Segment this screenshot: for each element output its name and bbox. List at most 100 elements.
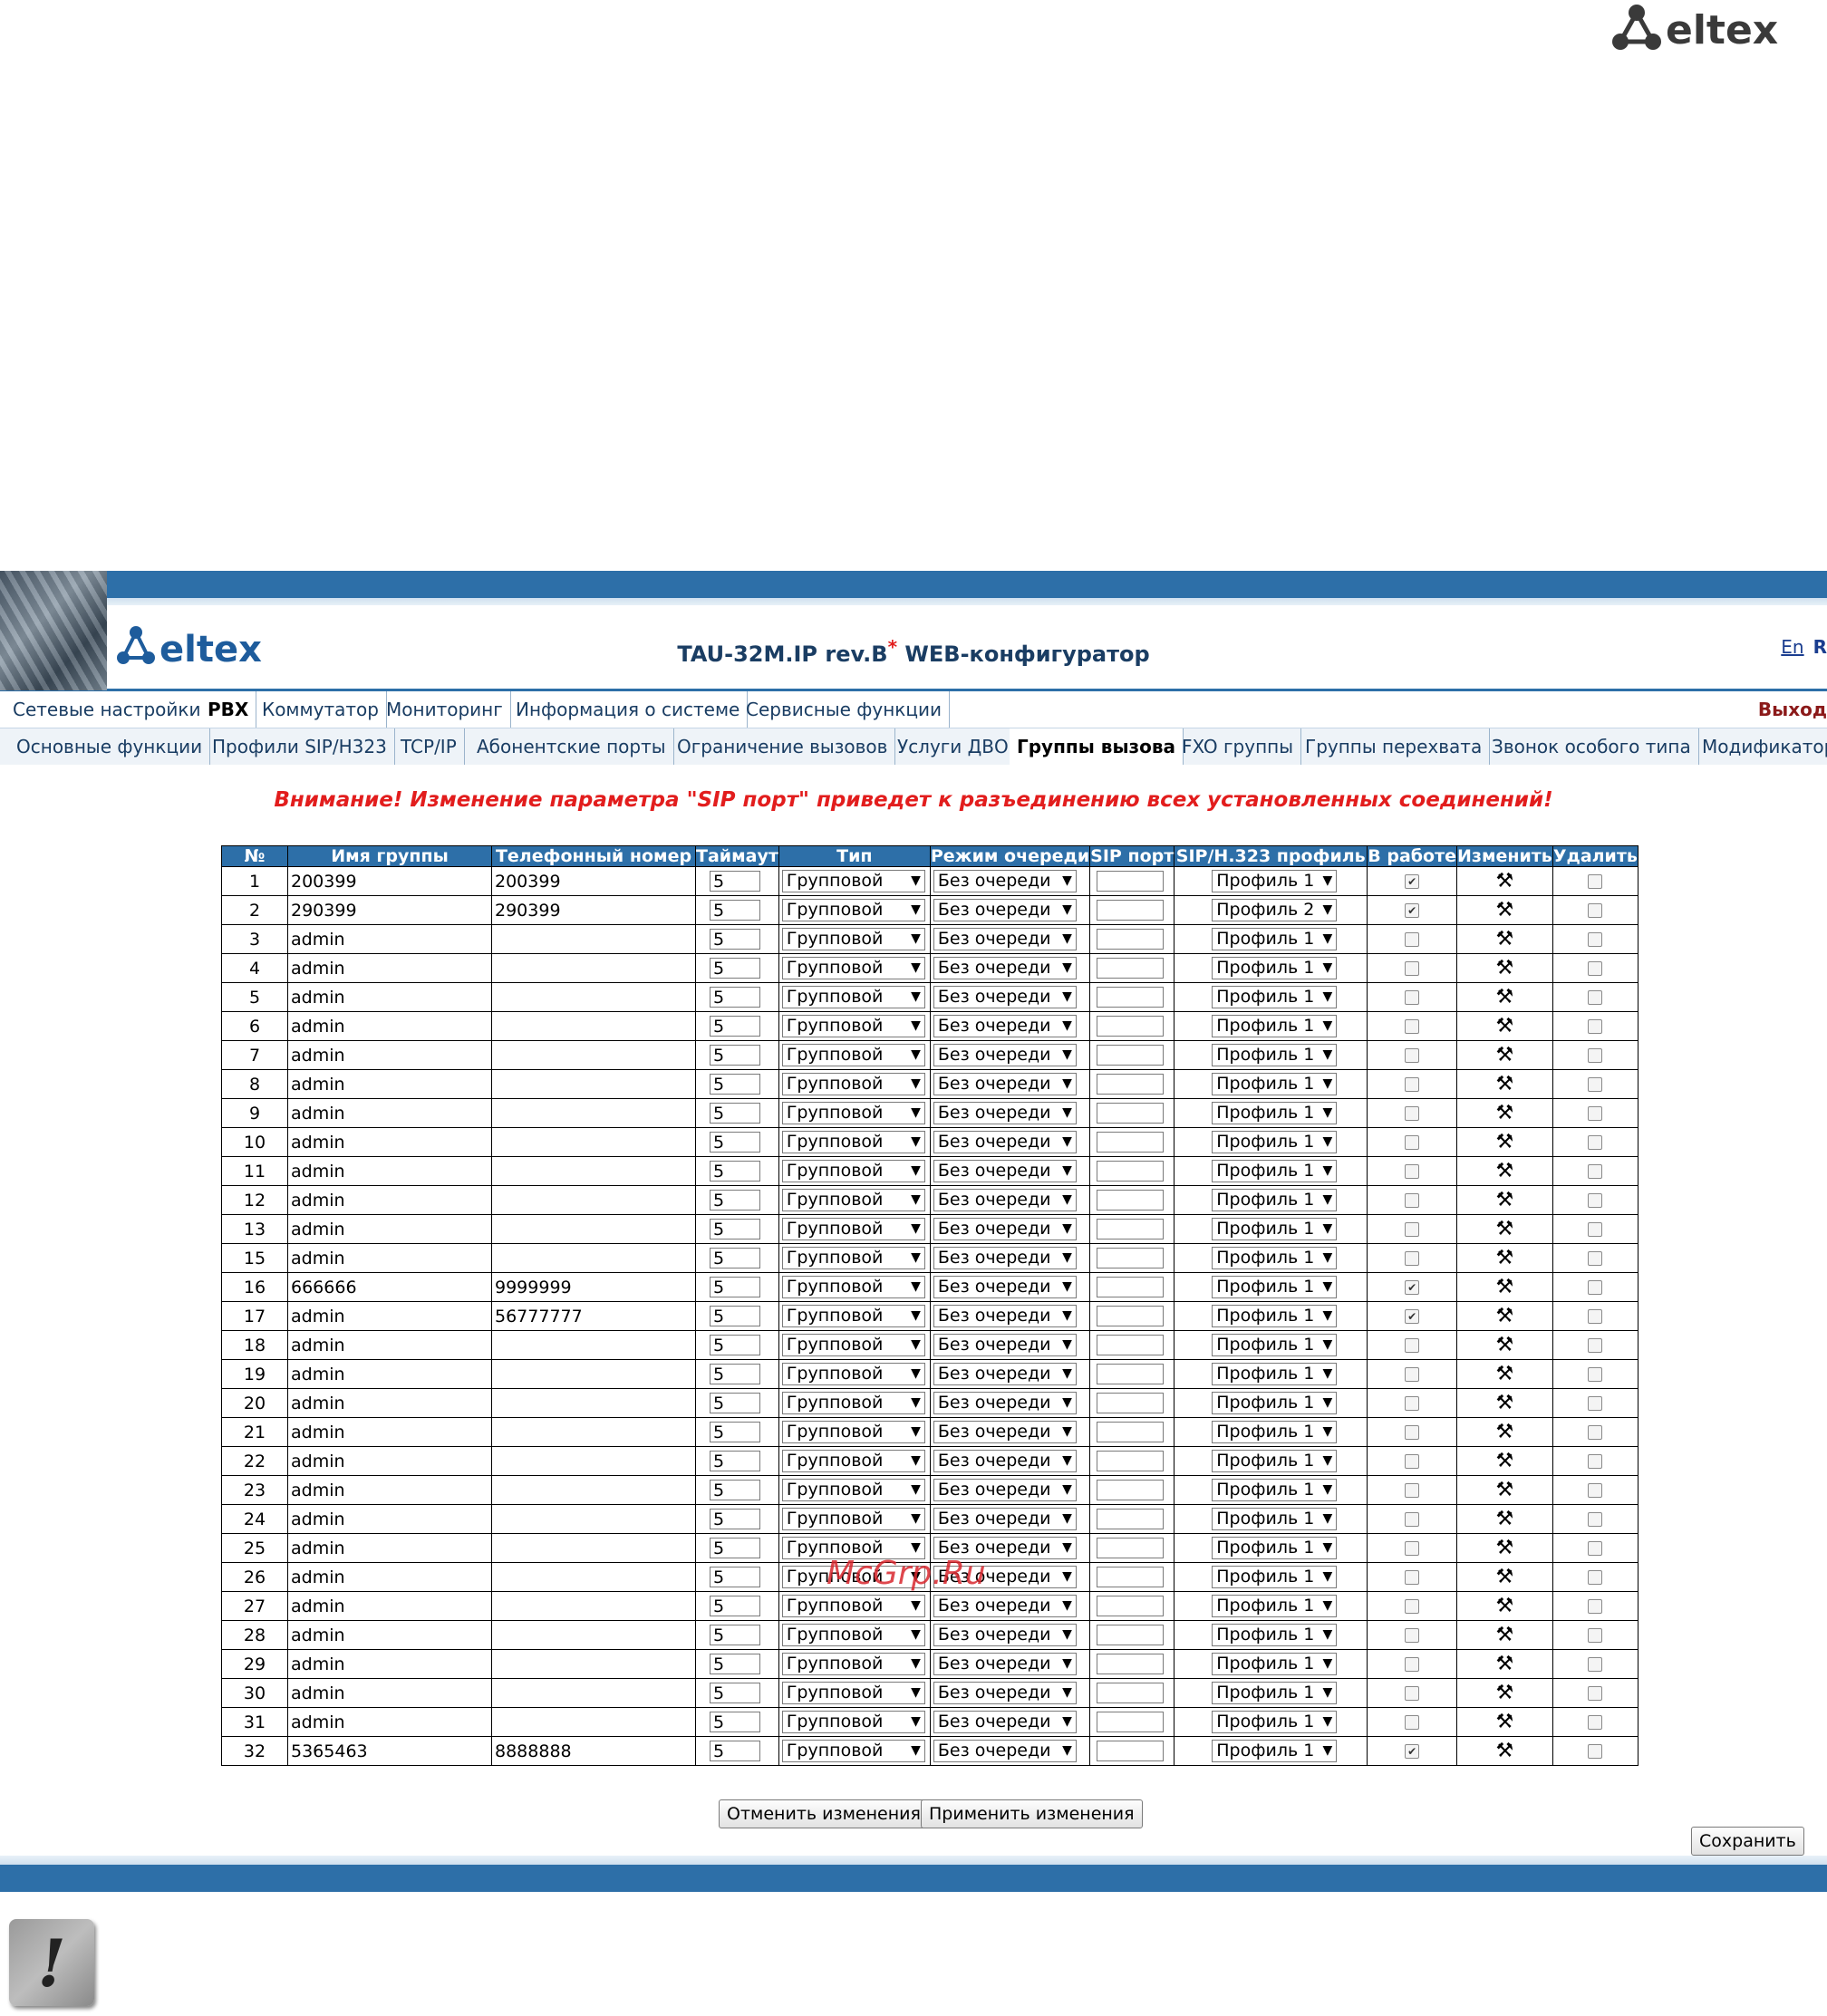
tools-icon[interactable]: ⚒	[1496, 1509, 1514, 1529]
profile-select[interactable]: Профиль 1 ▼	[1212, 1363, 1338, 1385]
profile-select[interactable]: Профиль 1 ▼	[1212, 1189, 1338, 1211]
active-checkbox[interactable]	[1405, 1367, 1420, 1382]
active-checkbox[interactable]	[1405, 1425, 1420, 1440]
queue-mode-select[interactable]: Без очереди ▼	[933, 1044, 1077, 1066]
sip-port-input[interactable]	[1097, 1335, 1165, 1355]
delete-checkbox[interactable]	[1588, 1715, 1603, 1730]
profile-select[interactable]: Профиль 1 ▼	[1212, 1247, 1338, 1269]
sip-port-input[interactable]	[1097, 987, 1165, 1008]
subnav-special-ring[interactable]: Звонок особого типа	[1484, 728, 1699, 765]
tools-icon[interactable]: ⚒	[1496, 1393, 1514, 1413]
active-checkbox[interactable]	[1405, 1570, 1420, 1585]
tools-icon[interactable]: ⚒	[1496, 1045, 1514, 1066]
timeout-input[interactable]: 5	[710, 1045, 760, 1066]
subnav-fxo-groups[interactable]: FXO группы	[1174, 728, 1302, 765]
delete-checkbox[interactable]	[1588, 932, 1603, 947]
tools-icon[interactable]: ⚒	[1496, 1132, 1514, 1153]
queue-mode-select[interactable]: Без очереди ▼	[933, 870, 1077, 892]
phone-cell[interactable]	[491, 1243, 696, 1273]
active-checkbox[interactable]	[1405, 1077, 1420, 1092]
delete-checkbox[interactable]	[1588, 1193, 1603, 1208]
profile-select[interactable]: Профиль 1 ▼	[1212, 1334, 1338, 1356]
active-checkbox[interactable]	[1405, 1135, 1420, 1150]
queue-mode-select[interactable]: Без очереди ▼	[933, 1479, 1077, 1501]
active-checkbox[interactable]	[1405, 1048, 1420, 1063]
queue-mode-select[interactable]: Без очереди ▼	[933, 1508, 1077, 1530]
queue-mode-select[interactable]: Без очереди ▼	[933, 899, 1077, 921]
delete-checkbox[interactable]	[1588, 1657, 1603, 1672]
queue-mode-select[interactable]: Без очереди ▼	[933, 1421, 1077, 1443]
subnav-tcp-ip[interactable]: TCP/IP	[393, 728, 465, 765]
queue-mode-select[interactable]: Без очереди ▼	[933, 986, 1077, 1008]
delete-checkbox[interactable]	[1588, 1077, 1603, 1092]
timeout-input[interactable]: 5	[710, 1248, 760, 1268]
tools-icon[interactable]: ⚒	[1496, 1422, 1514, 1442]
delete-checkbox[interactable]	[1588, 1309, 1603, 1324]
profile-select[interactable]: Профиль 1 ▼	[1212, 1073, 1338, 1095]
queue-mode-select[interactable]: Без очереди ▼	[933, 957, 1077, 979]
tools-icon[interactable]: ⚒	[1496, 1741, 1514, 1761]
group-name-cell[interactable]: admin	[287, 1214, 492, 1244]
timeout-input[interactable]: 5	[710, 1509, 760, 1529]
profile-select[interactable]: Профиль 1 ▼	[1212, 1421, 1338, 1443]
active-checkbox[interactable]	[1405, 1686, 1420, 1701]
phone-cell[interactable]	[491, 1127, 696, 1157]
tools-icon[interactable]: ⚒	[1496, 1625, 1514, 1645]
sip-port-input[interactable]	[1097, 1509, 1165, 1529]
queue-mode-select[interactable]: Без очереди ▼	[933, 1740, 1077, 1762]
sip-port-input[interactable]	[1097, 929, 1165, 950]
phone-cell[interactable]	[491, 1533, 696, 1563]
tools-icon[interactable]: ⚒	[1496, 1364, 1514, 1384]
sip-port-input[interactable]	[1097, 1277, 1165, 1297]
timeout-input[interactable]: 5	[710, 987, 760, 1008]
tools-icon[interactable]: ⚒	[1496, 1161, 1514, 1182]
exit-link[interactable]: Выход	[1758, 691, 1827, 728]
sip-port-input[interactable]	[1097, 1074, 1165, 1095]
group-name-cell[interactable]: 200399	[287, 866, 492, 896]
timeout-input[interactable]: 5	[710, 1712, 760, 1732]
phone-cell[interactable]	[491, 1417, 696, 1447]
delete-checkbox[interactable]	[1588, 1222, 1603, 1237]
tools-icon[interactable]: ⚒	[1496, 1480, 1514, 1500]
apply-changes-button[interactable]: Применить изменения	[921, 1799, 1143, 1828]
phone-cell[interactable]: 8888888	[491, 1736, 696, 1766]
delete-checkbox[interactable]	[1588, 1019, 1603, 1034]
profile-select[interactable]: Профиль 1 ▼	[1212, 1653, 1338, 1675]
type-select[interactable]: Групповой ▼	[781, 1740, 925, 1762]
group-name-cell[interactable]: admin	[287, 1156, 492, 1186]
group-name-cell[interactable]: 5365463	[287, 1736, 492, 1766]
delete-checkbox[interactable]	[1588, 1512, 1603, 1527]
type-select[interactable]: Групповой ▼	[781, 870, 925, 892]
subnav-pickup-groups[interactable]: Группы перехвата	[1298, 728, 1491, 765]
group-name-cell[interactable]: admin	[287, 1475, 492, 1505]
profile-select[interactable]: Профиль 1 ▼	[1212, 1015, 1338, 1037]
sip-port-input[interactable]	[1097, 1625, 1165, 1645]
phone-cell[interactable]	[491, 1475, 696, 1505]
tools-icon[interactable]: ⚒	[1496, 1190, 1514, 1211]
timeout-input[interactable]: 5	[710, 900, 760, 921]
phone-cell[interactable]	[491, 1040, 696, 1070]
type-select[interactable]: Групповой ▼	[781, 928, 925, 950]
type-select[interactable]: Групповой ▼	[781, 1479, 925, 1501]
group-name-cell[interactable]: admin	[287, 1620, 492, 1650]
sip-port-input[interactable]	[1097, 1364, 1165, 1384]
tools-icon[interactable]: ⚒	[1496, 1451, 1514, 1471]
delete-checkbox[interactable]	[1588, 961, 1603, 976]
nav-network-settings[interactable]: Сетевые настройки	[5, 691, 209, 728]
phone-cell[interactable]: 200399	[491, 866, 696, 896]
queue-mode-select[interactable]: Без очереди ▼	[933, 928, 1077, 950]
profile-select[interactable]: Профиль 1 ▼	[1212, 1508, 1338, 1530]
type-select[interactable]: Групповой ▼	[781, 1682, 925, 1704]
queue-mode-select[interactable]: Без очереди ▼	[933, 1073, 1077, 1095]
queue-mode-select[interactable]: Без очереди ▼	[933, 1218, 1077, 1240]
sip-port-input[interactable]	[1097, 1712, 1165, 1732]
sip-port-input[interactable]	[1097, 1103, 1165, 1124]
delete-checkbox[interactable]	[1588, 1686, 1603, 1701]
active-checkbox[interactable]	[1405, 1251, 1420, 1266]
tools-icon[interactable]: ⚒	[1496, 987, 1514, 1008]
timeout-input[interactable]: 5	[710, 1480, 760, 1500]
phone-cell[interactable]	[491, 1214, 696, 1244]
phone-cell[interactable]	[491, 1620, 696, 1650]
sip-port-input[interactable]	[1097, 1161, 1165, 1182]
tools-icon[interactable]: ⚒	[1496, 1306, 1514, 1326]
